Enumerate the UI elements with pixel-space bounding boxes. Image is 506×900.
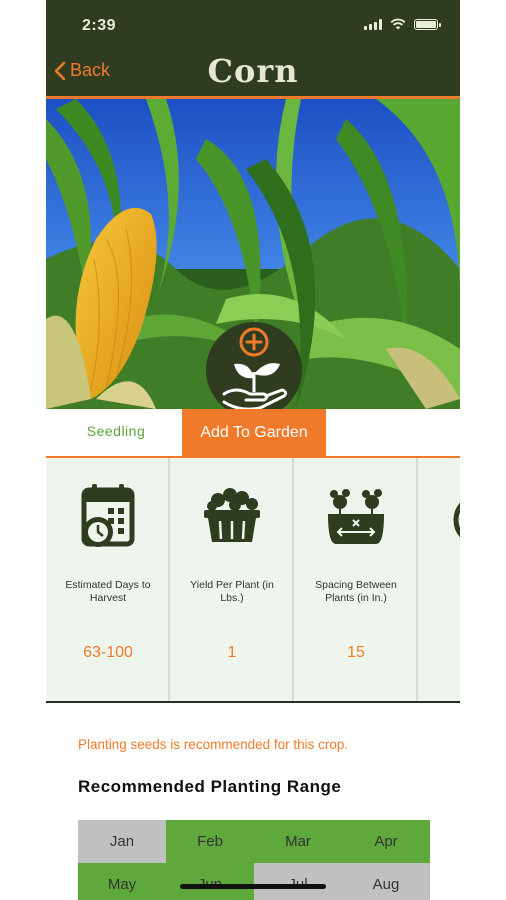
stat-value: 63-100 <box>83 644 133 661</box>
basket-icon <box>204 488 260 542</box>
month-cell: Mar <box>254 820 342 863</box>
stats-cards[interactable]: Estimated Days to Harvest 63-100 Yield P… <box>46 458 460 702</box>
battery-icon <box>414 18 441 30</box>
stat-value: 6 <box>418 644 460 662</box>
page-title: Corn <box>207 52 299 90</box>
tab-bar: Seedling Add To Garden <box>46 409 460 457</box>
stat-label: Estimated Days to Harvest <box>65 579 151 604</box>
stat-card-spacing: Spacing Between Plants (in In.) 15 <box>294 458 418 702</box>
cards-divider <box>46 701 460 703</box>
stat-card-partial: 6 <box>418 458 460 702</box>
month-cell: Apr <box>342 820 430 863</box>
spacing-plants-icon <box>328 489 384 544</box>
stat-value: 15 <box>347 644 365 661</box>
status-bar: 2:39 <box>46 0 460 44</box>
stat-card-yield: Yield Per Plant (in Lbs.) 1 <box>170 458 294 702</box>
month-cell: Feb <box>166 820 254 863</box>
calendar-clock-icon <box>81 484 135 547</box>
stat-label: Yield Per Plant (in Lbs.) <box>190 579 274 604</box>
stat-label: Spacing Between Plants (in In.) <box>315 579 397 604</box>
add-to-garden-icon[interactable] <box>206 322 302 418</box>
planting-notice: Planting seeds is recommended for this c… <box>78 737 349 752</box>
signal-icon <box>364 18 382 30</box>
stat-card-days-to-harvest: Estimated Days to Harvest 63-100 <box>46 458 170 702</box>
add-to-garden-button[interactable]: Add To Garden <box>182 409 326 457</box>
screen: 2:39 Back Corn Seedling Add To Garden Es… <box>46 0 460 900</box>
hand-plant-icon <box>222 327 288 411</box>
section-title: Recommended Planting Range <box>78 777 342 796</box>
month-cell: Jul <box>254 863 342 900</box>
month-cell: Jun <box>166 863 254 900</box>
stat-value: 1 <box>227 644 237 661</box>
nav-header: 2:39 Back Corn <box>46 0 460 99</box>
status-time: 2:39 <box>82 17 117 34</box>
home-indicator[interactable] <box>180 884 326 889</box>
plant-icon <box>453 502 460 538</box>
month-cell: Jan <box>78 820 166 863</box>
month-cell: May <box>78 863 166 900</box>
month-cell: Aug <box>342 863 430 900</box>
status-icons <box>364 18 441 30</box>
wifi-icon <box>390 18 406 30</box>
tab-seedling[interactable]: Seedling <box>66 423 166 439</box>
